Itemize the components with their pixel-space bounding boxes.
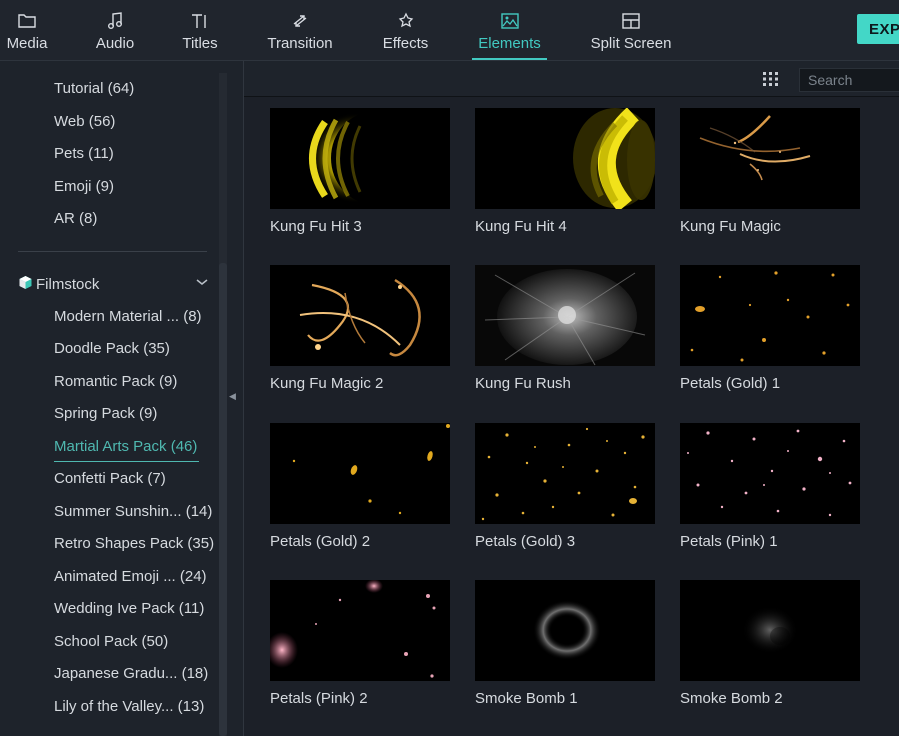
sidebar-item-confetti-pack[interactable]: Confetti Pack (7) <box>54 469 166 489</box>
music-note-icon <box>106 11 124 31</box>
element-thumbnail <box>475 108 655 209</box>
filmstock-cube-icon <box>18 275 33 294</box>
tab-label: Elements <box>478 35 541 52</box>
tab-split-screen[interactable]: Split Screen <box>589 0 673 60</box>
element-thumbnail <box>680 108 860 209</box>
transition-icon <box>290 11 310 31</box>
element-card[interactable]: Kung Fu Hit 4 <box>475 108 655 237</box>
top-toolbar: Media Audio Titles Transition Effects El… <box>0 0 899 61</box>
tab-titles[interactable]: Titles <box>180 0 220 60</box>
tab-label: Effects <box>382 35 429 52</box>
sidebar-item-martial-arts-pack[interactable]: Martial Arts Pack (46) <box>54 437 200 462</box>
effects-icon <box>396 11 416 31</box>
element-card[interactable]: Kung Fu Magic 2 <box>270 265 450 394</box>
image-icon <box>500 11 520 31</box>
element-title: Petals (Gold) 1 <box>680 375 781 392</box>
sidebar-item-summer-sunshine[interactable]: Summer Sunshin... (14) <box>54 502 212 522</box>
element-thumbnail <box>680 423 860 524</box>
element-thumbnail <box>270 580 450 681</box>
sidebar-item-doodle-pack[interactable]: Doodle Pack (35) <box>54 339 170 359</box>
element-card[interactable]: Smoke Bomb 2 <box>680 580 860 709</box>
sidebar-item-japanese-graduation[interactable]: Japanese Gradu... (18) <box>54 664 208 684</box>
element-card[interactable]: Petals (Gold) 3 <box>475 423 655 552</box>
grid-view-icon[interactable] <box>762 71 780 92</box>
sidebar-item-lily-of-the-valley[interactable]: Lily of the Valley... (13) <box>54 697 204 717</box>
sidebar-scrollbar-thumb[interactable] <box>219 263 227 736</box>
element-title: Petals (Gold) 3 <box>475 533 576 550</box>
element-thumbnail <box>475 580 655 681</box>
element-thumbnail <box>270 108 450 209</box>
tab-label: Audio <box>95 35 135 52</box>
sidebar-item-spring-pack[interactable]: Spring Pack (9) <box>54 404 157 424</box>
tab-label: Transition <box>267 35 333 52</box>
split-screen-icon <box>621 11 641 31</box>
sidebar: Tutorial (64) Web (56) Pets (11) Emoji (… <box>0 61 243 736</box>
element-title: Kung Fu Hit 4 <box>475 218 567 235</box>
sidebar-item-web[interactable]: Web (56) <box>54 112 115 132</box>
element-title: Petals (Pink) 2 <box>270 690 368 707</box>
element-title: Kung Fu Rush <box>475 375 571 392</box>
sidebar-item-animated-emoji[interactable]: Animated Emoji ... (24) <box>54 567 207 587</box>
filmstock-label: Filmstock <box>36 276 100 293</box>
element-title: Smoke Bomb 1 <box>475 690 578 707</box>
sidebar-item-wedding-ive-pack[interactable]: Wedding Ive Pack (11) <box>54 599 204 619</box>
element-title: Petals (Gold) 2 <box>270 533 371 550</box>
sidebar-divider <box>18 251 207 252</box>
text-icon <box>190 11 210 31</box>
panel-separator[interactable] <box>243 61 244 736</box>
element-card[interactable]: Kung Fu Hit 3 <box>270 108 450 237</box>
element-thumbnail <box>475 423 655 524</box>
element-thumbnail <box>270 265 450 366</box>
sidebar-item-romantic-pack[interactable]: Romantic Pack (9) <box>54 372 177 392</box>
element-thumbnail <box>475 265 655 366</box>
element-title: Kung Fu Hit 3 <box>270 218 362 235</box>
element-card[interactable]: Smoke Bomb 1 <box>475 580 655 709</box>
tab-label: Split Screen <box>590 35 672 52</box>
search-input[interactable] <box>799 68 899 92</box>
element-card[interactable]: Petals (Pink) 2 <box>270 580 450 709</box>
folder-icon <box>17 11 37 31</box>
element-card[interactable]: Kung Fu Rush <box>475 265 655 394</box>
sidebar-item-modern-material[interactable]: Modern Material ... (8) <box>54 307 202 327</box>
element-card[interactable]: Petals (Gold) 1 <box>680 265 860 394</box>
tab-effects[interactable]: Effects <box>380 0 431 60</box>
element-card[interactable]: Petals (Pink) 1 <box>680 423 860 552</box>
element-thumbnail <box>680 580 860 681</box>
element-title: Kung Fu Magic 2 <box>270 375 384 392</box>
element-thumbnail <box>270 423 450 524</box>
sidebar-item-retro-shapes-pack[interactable]: Retro Shapes Pack (35) <box>54 534 214 554</box>
tab-transition[interactable]: Transition <box>265 0 335 60</box>
sidebar-item-tutorial[interactable]: Tutorial (64) <box>54 79 134 99</box>
chevron-down-icon[interactable] <box>195 274 209 292</box>
tab-media[interactable]: Media <box>5 0 49 60</box>
element-thumbnail <box>680 265 860 366</box>
sidebar-item-emoji[interactable]: Emoji (9) <box>54 177 114 197</box>
sidebar-item-pets[interactable]: Pets (11) <box>54 144 114 164</box>
element-title: Kung Fu Magic <box>680 218 781 235</box>
sidebar-item-school-pack[interactable]: School Pack (50) <box>54 632 168 652</box>
tab-audio[interactable]: Audio <box>94 0 136 60</box>
tab-label: Media <box>6 35 48 52</box>
element-card[interactable]: Kung Fu Magic <box>680 108 860 237</box>
element-title: Petals (Pink) 1 <box>680 533 778 550</box>
element-card[interactable]: Petals (Gold) 2 <box>270 423 450 552</box>
element-title: Smoke Bomb 2 <box>680 690 783 707</box>
export-button[interactable]: EXP <box>857 14 899 44</box>
sidebar-item-ar[interactable]: AR (8) <box>54 209 97 229</box>
tab-label: Titles <box>182 35 218 52</box>
filmstock-section-header[interactable]: Filmstock <box>18 275 99 294</box>
collapse-sidebar-icon[interactable]: ◀ <box>229 391 236 402</box>
tab-elements[interactable]: Elements <box>472 0 547 60</box>
